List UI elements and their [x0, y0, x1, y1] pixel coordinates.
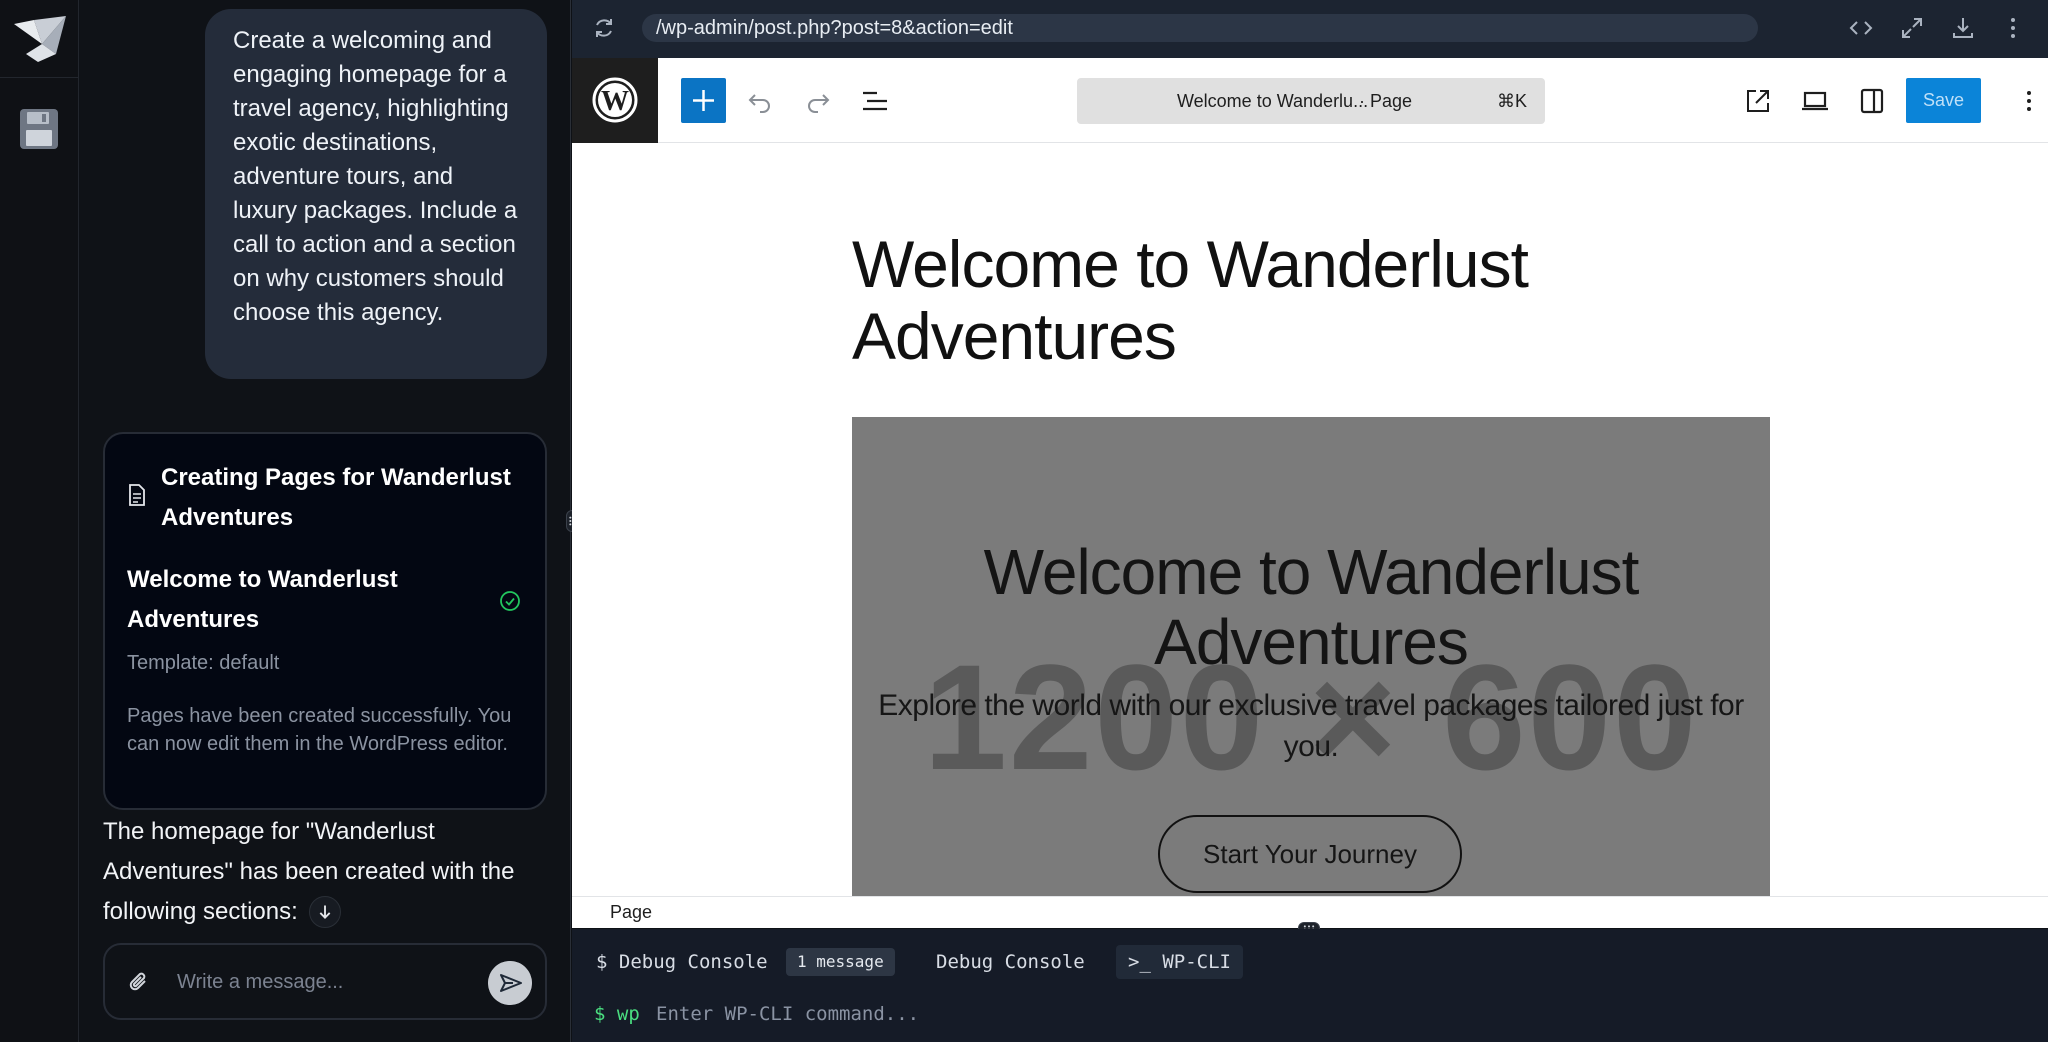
expand-icon[interactable]	[1899, 15, 1925, 41]
hero-cover-block[interactable]: 1200 × 600 Welcome to Wanderlust Adventu…	[852, 417, 1770, 896]
document-overview-icon[interactable]	[860, 86, 890, 116]
document-type: · Page	[1359, 91, 1413, 111]
scroll-down-arrow-icon[interactable]	[309, 896, 341, 928]
console-panel: $ Debug Console 1 message Debug Console …	[572, 929, 2048, 1042]
tab-debug-console-log[interactable]: $ Debug Console	[596, 945, 768, 979]
message-composer	[103, 943, 547, 1020]
more-vertical-icon[interactable]	[2000, 15, 2026, 41]
command-palette-bar[interactable]: Welcome to Wanderlu... · Page ⌘K	[1077, 78, 1545, 124]
chat-panel: Create a welcoming and engaging homepage…	[80, 0, 571, 1042]
address-bar[interactable]: /wp-admin/post.php?post=8&action=edit	[642, 14, 1758, 42]
user-message-bubble: Create a welcoming and engaging homepage…	[205, 9, 547, 379]
document-icon	[129, 484, 145, 506]
settings-sidebar-icon[interactable]	[1857, 86, 1887, 116]
send-icon[interactable]	[488, 961, 532, 1005]
hero-subtitle[interactable]: Explore the world with our exclusive tra…	[872, 685, 1750, 767]
code-icon[interactable]	[1848, 15, 1874, 41]
wp-cli-input[interactable]	[654, 997, 1454, 1031]
paperclip-icon[interactable]	[127, 969, 151, 995]
cli-prompt: $ wp	[594, 1003, 640, 1025]
external-link-icon[interactable]	[1743, 86, 1773, 116]
shortcut-hint: ⌘K	[1497, 91, 1528, 111]
save-button[interactable]: Save	[1906, 78, 1981, 123]
tab-wp-cli[interactable]: >_ WP-CLI	[1116, 945, 1243, 979]
message-input[interactable]	[175, 963, 455, 1001]
tab-debug-console[interactable]: Debug Console	[936, 945, 1085, 979]
device-preview-icon[interactable]	[1800, 86, 1830, 116]
download-icon[interactable]	[1950, 15, 1976, 41]
add-block-button[interactable]	[681, 78, 726, 123]
app-rail	[0, 0, 79, 1042]
cta-button[interactable]: Start Your Journey	[1158, 815, 1462, 893]
options-menu-icon[interactable]	[2014, 86, 2044, 116]
hero-heading[interactable]: Welcome to Wanderlust Adventures	[852, 537, 1770, 677]
floppy-disk-icon[interactable]	[19, 108, 59, 150]
task-card-title: Creating Pages for Wanderlust Adventures	[161, 464, 511, 531]
editor-canvas: Welcome to Wanderlust Adventures 1200 × …	[572, 143, 2048, 896]
template-label: Template: default	[127, 652, 280, 674]
crane-logo-icon[interactable]	[12, 14, 68, 66]
redo-icon[interactable]	[803, 86, 833, 116]
svg-text:W: W	[601, 86, 629, 117]
page-heading[interactable]: Welcome to Wanderlust Adventures	[852, 228, 1572, 372]
browser-toolbar: /wp-admin/post.php?post=8&action=edit	[572, 0, 2048, 58]
check-circle-icon	[500, 591, 520, 611]
wp-editor-header: W Welcome to Wanderlu... · Page ⌘K Save	[572, 58, 2048, 143]
rail-divider	[0, 77, 79, 78]
document-title: Welcome to Wanderlu...	[1177, 91, 1369, 111]
task-card-message: Pages have been created successfully. Yo…	[127, 705, 512, 755]
message-count-badge: 1 message	[786, 948, 895, 976]
reload-icon[interactable]	[592, 16, 616, 40]
undo-icon[interactable]	[745, 86, 775, 116]
wordpress-logo-icon[interactable]: W	[572, 58, 658, 143]
created-page-title[interactable]: Welcome to Wanderlust Adventures	[127, 560, 447, 640]
task-card: Creating Pages for Wanderlust Adventures…	[103, 432, 547, 810]
